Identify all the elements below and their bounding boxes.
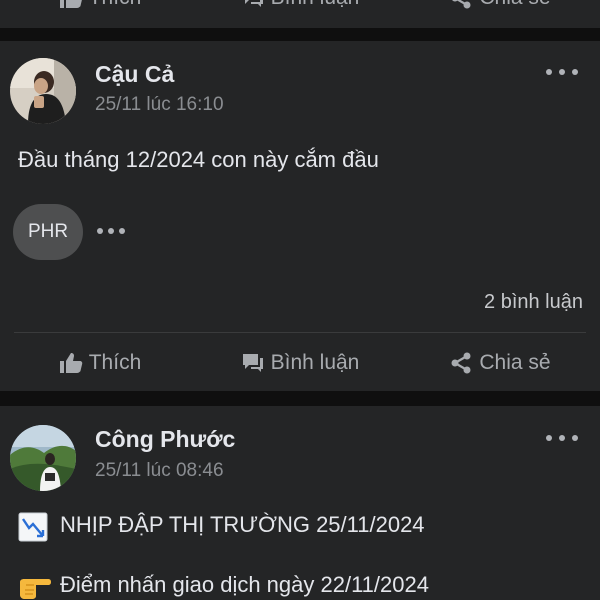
more-reactions-icon[interactable] [97, 224, 125, 238]
post-options-button[interactable] [546, 64, 578, 80]
dot [119, 228, 125, 234]
share-label: Chia sẻ [479, 0, 550, 10]
share-icon [452, 0, 471, 9]
dot [559, 435, 565, 441]
comment-icon [242, 0, 263, 7]
comment-label: Bình luận [270, 351, 360, 374]
share-icon [451, 352, 471, 374]
dot [572, 435, 578, 441]
post-timestamp[interactable]: 25/11 lúc 08:46 [95, 460, 224, 482]
dot [559, 69, 565, 75]
comments-count[interactable]: 2 bình luận [484, 291, 583, 314]
dot [546, 435, 552, 441]
news-feed[interactable]: Thích Bình luận Chia sẻ C [0, 0, 600, 600]
like-label: Thích [88, 351, 142, 374]
comment-button[interactable]: Bình luận [200, 351, 400, 375]
reactor-chip[interactable]: PHR [13, 204, 83, 260]
post-author[interactable]: Cậu Cả [95, 61, 174, 88]
previous-post-action-bar: Thích Bình luận Chia sẻ [0, 0, 600, 18]
dot [97, 228, 103, 234]
like-label: Thích [89, 0, 142, 10]
thumbs-up-icon [59, 353, 82, 373]
post-text-line: NHỊP ĐẬP THỊ TRƯỜNG 25/11/2024 [60, 512, 425, 537]
like-button[interactable]: Thích [0, 351, 200, 375]
pointing-right-icon [18, 572, 51, 600]
dot [108, 228, 114, 234]
thumbs-up-icon [59, 0, 82, 8]
share-button[interactable]: Chia sẻ [400, 0, 600, 10]
dot [572, 69, 578, 75]
post-text-line: Điểm nhấn giao dịch ngày 22/11/2024 [60, 572, 429, 597]
avatar[interactable] [10, 58, 76, 124]
comment-label: Bình luận [271, 0, 360, 10]
comment-button[interactable]: Bình luận [200, 0, 400, 10]
previous-post-card: Thích Bình luận Chia sẻ [0, 0, 600, 28]
divider [14, 332, 586, 333]
post-options-button[interactable] [546, 430, 578, 446]
post-card: Công Phước 25/11 lúc 08:46 NHỊP ĐẬP THỊ … [0, 406, 600, 600]
post-text: Đầu tháng 12/2024 con này cắm đầu [18, 147, 379, 172]
post-author[interactable]: Công Phước [95, 426, 235, 453]
dot [546, 69, 552, 75]
post-timestamp[interactable]: 25/11 lúc 16:10 [95, 94, 224, 116]
avatar[interactable] [10, 425, 76, 491]
share-label: Chia sẻ [479, 351, 551, 374]
post-card: Cậu Cả 25/11 lúc 16:10 Đầu tháng 12/2024… [0, 41, 600, 391]
chart-decreasing-icon [18, 512, 48, 542]
share-button[interactable]: Chia sẻ [400, 351, 600, 375]
like-button[interactable]: Thích [0, 0, 200, 10]
post-action-bar: Thích Bình luận Chia sẻ [0, 343, 600, 383]
comment-icon [242, 354, 263, 372]
